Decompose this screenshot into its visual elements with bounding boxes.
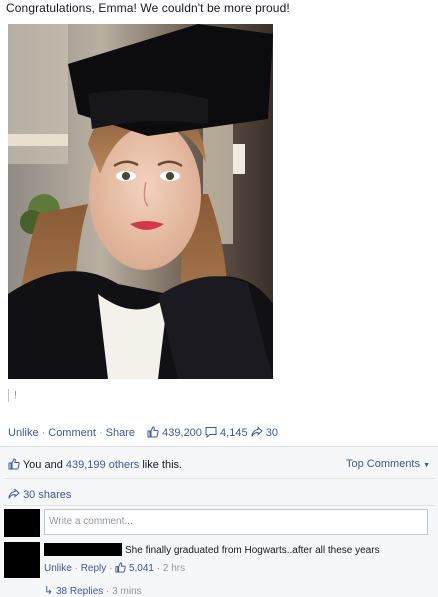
shares-link[interactable]: 30 shares: [8, 488, 438, 503]
commenter-name-redacted[interactable]: [44, 543, 122, 556]
likes-suffix: like this.: [139, 459, 183, 471]
divider: [4, 478, 434, 479]
chevron-down-icon: ▼: [423, 462, 430, 469]
thumbs-up-icon: [115, 562, 126, 576]
shares-label: 30 shares: [23, 489, 72, 501]
others-link[interactable]: 439,199 others: [66, 459, 139, 471]
post-actions: Unlike · Comment · Share 439,200 4,145 30: [8, 426, 278, 441]
top-comments-label: Top Comments: [346, 458, 420, 470]
replies-time: 3 mins: [112, 586, 142, 597]
top-comments-dropdown[interactable]: Top Comments ▼: [346, 458, 430, 470]
comment-meta: Unlike · Reply · 5,041 · 2 hrs: [44, 562, 185, 576]
comment-text: She finally graduated from Hogwarts..aft…: [125, 545, 380, 556]
comment-unlike-link[interactable]: Unlike: [44, 563, 72, 574]
comment-like-count[interactable]: 5,041: [129, 563, 154, 574]
thumbs-up-icon: [8, 458, 20, 473]
replies-count[interactable]: 38 Replies: [56, 586, 103, 597]
comment-time[interactable]: 2 hrs: [163, 563, 185, 574]
thumbs-up-icon: [147, 426, 159, 441]
avatar[interactable]: [4, 542, 40, 578]
attachment-mark: !: [14, 389, 18, 402]
separator: ·: [74, 563, 78, 574]
divider: [4, 505, 434, 506]
comment-input[interactable]: Write a comment...: [44, 509, 428, 535]
share-count[interactable]: 30: [266, 427, 278, 439]
likes-prefix: You and: [22, 459, 66, 471]
separator: ·: [156, 563, 161, 574]
share-link[interactable]: Share: [106, 427, 135, 439]
comment-count[interactable]: 4,145: [220, 427, 248, 439]
divider: [8, 389, 9, 402]
unlike-link[interactable]: Unlike: [8, 427, 39, 439]
share-arrow-icon: [8, 488, 20, 503]
replies-link[interactable]: ↳ 38 Replies · 3 mins: [44, 584, 142, 597]
comment-input-placeholder: Write a comment...: [49, 516, 133, 527]
like-count[interactable]: 439,200: [162, 427, 202, 439]
avatar[interactable]: [4, 509, 40, 537]
comment-reply-link[interactable]: Reply: [81, 563, 107, 574]
separator: ·: [41, 427, 46, 439]
share-arrow-icon: [251, 426, 263, 441]
graduation-photo-image: [8, 24, 273, 379]
reply-arrow-icon: ↳: [44, 585, 54, 597]
post-photo[interactable]: [8, 24, 273, 379]
speech-bubble-icon: [205, 426, 217, 441]
comment-link[interactable]: Comment: [48, 427, 96, 439]
separator: ·: [106, 586, 110, 597]
separator: ·: [109, 563, 113, 574]
feedback-panel: You and 439,199 others like this. Top Co…: [0, 446, 438, 597]
post-caption: Congratulations, Emma! We couldn't be mo…: [6, 1, 290, 15]
separator: ·: [98, 427, 103, 439]
attachment-row: !: [8, 389, 17, 402]
